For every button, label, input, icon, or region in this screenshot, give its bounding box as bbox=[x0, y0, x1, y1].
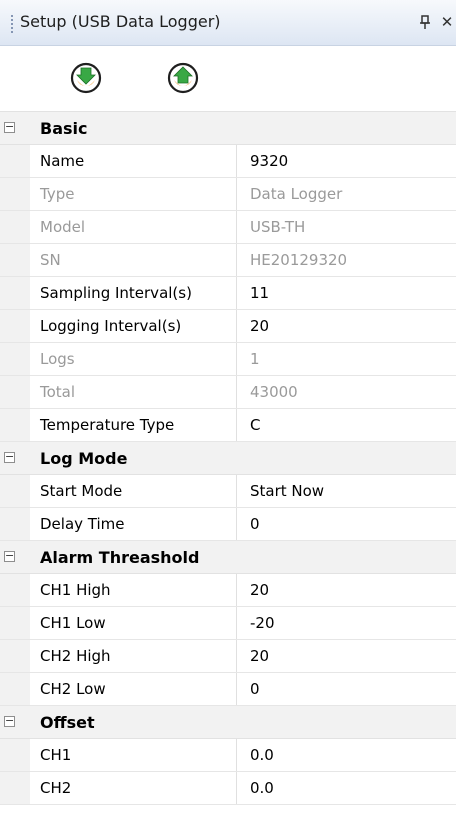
property-value[interactable]: 11 bbox=[238, 277, 456, 309]
property-row[interactable]: Logs 1 bbox=[0, 343, 456, 376]
row-gutter bbox=[0, 310, 30, 342]
write-settings-button[interactable] bbox=[167, 62, 199, 94]
property-value[interactable]: 0 bbox=[238, 508, 456, 540]
collapse-toggle-icon[interactable]: − bbox=[4, 715, 15, 727]
property-name: CH1 High bbox=[30, 574, 237, 606]
row-gutter bbox=[0, 739, 30, 771]
toolbar bbox=[0, 46, 456, 112]
row-gutter bbox=[0, 475, 30, 507]
property-value[interactable]: 20 bbox=[238, 310, 456, 342]
row-gutter bbox=[0, 772, 30, 804]
pin-icon[interactable] bbox=[418, 12, 432, 32]
property-row[interactable]: CH1 High 20 bbox=[0, 574, 456, 607]
property-name: Temperature Type bbox=[30, 409, 237, 441]
row-gutter bbox=[0, 178, 30, 210]
property-row[interactable]: CH2 Low 0 bbox=[0, 673, 456, 706]
property-row[interactable]: Name 9320 bbox=[0, 145, 456, 178]
property-name: Logging Interval(s) bbox=[30, 310, 237, 342]
property-value[interactable]: 0 bbox=[238, 673, 456, 705]
panel-title: Setup (USB Data Logger) bbox=[20, 12, 221, 31]
collapse-toggle-icon[interactable]: − bbox=[4, 451, 15, 463]
property-value[interactable]: 0.0 bbox=[238, 739, 456, 771]
property-row[interactable]: Type Data Logger bbox=[0, 178, 456, 211]
category-label: Basic bbox=[40, 119, 88, 138]
property-value[interactable]: 9320 bbox=[238, 145, 456, 177]
property-name: Total bbox=[30, 376, 237, 408]
category-header[interactable]: − Alarm Threashold bbox=[0, 541, 456, 574]
collapse-toggle-icon[interactable]: − bbox=[4, 550, 15, 562]
property-row[interactable]: Start Mode Start Now bbox=[0, 475, 456, 508]
row-gutter bbox=[0, 244, 30, 276]
property-name: SN bbox=[30, 244, 237, 276]
row-gutter bbox=[0, 673, 30, 705]
property-value: 43000 bbox=[250, 383, 298, 401]
property-row[interactable]: CH2 High 20 bbox=[0, 640, 456, 673]
category-header[interactable]: − Basic bbox=[0, 112, 456, 145]
close-icon[interactable]: ✕ bbox=[440, 12, 454, 32]
row-gutter bbox=[0, 607, 30, 639]
category-label: Offset bbox=[40, 713, 95, 732]
property-row[interactable]: Delay Time 0 bbox=[0, 508, 456, 541]
property-row[interactable]: Total 43000 bbox=[0, 376, 456, 409]
property-grid: − Basic Name 9320 Type Data Logger Model USB-TH… bbox=[0, 112, 456, 805]
read-settings-button[interactable] bbox=[70, 62, 102, 94]
category-label: Log Mode bbox=[40, 449, 128, 468]
row-gutter bbox=[0, 574, 30, 606]
property-row[interactable]: CH2 0.0 bbox=[0, 772, 456, 805]
row-gutter bbox=[0, 211, 30, 243]
property-value[interactable]: -20 bbox=[238, 607, 456, 639]
property-name: Type bbox=[30, 178, 237, 210]
property-value: Data Logger bbox=[250, 185, 343, 203]
row-gutter bbox=[0, 640, 30, 672]
property-value[interactable]: 20 bbox=[238, 574, 456, 606]
property-name: Name bbox=[30, 145, 237, 177]
property-value[interactable]: C bbox=[238, 409, 456, 441]
property-value: 1 bbox=[250, 350, 260, 368]
row-gutter bbox=[0, 145, 30, 177]
download-arrow-icon bbox=[70, 62, 102, 94]
property-value: HE20129320 bbox=[250, 251, 348, 269]
property-name: Sampling Interval(s) bbox=[30, 277, 237, 309]
property-name: Start Mode bbox=[30, 475, 237, 507]
upload-arrow-icon bbox=[167, 62, 199, 94]
category-header[interactable]: − Log Mode bbox=[0, 442, 456, 475]
row-gutter bbox=[0, 409, 30, 441]
property-row[interactable]: Logging Interval(s) 20 bbox=[0, 310, 456, 343]
property-value[interactable]: 0.0 bbox=[238, 772, 456, 804]
property-name: Model bbox=[30, 211, 237, 243]
property-name: CH1 bbox=[30, 739, 237, 771]
property-value: USB-TH bbox=[250, 218, 306, 236]
property-row[interactable]: CH1 Low -20 bbox=[0, 607, 456, 640]
row-gutter bbox=[0, 277, 30, 309]
category-header[interactable]: − Offset bbox=[0, 706, 456, 739]
row-gutter bbox=[0, 508, 30, 540]
property-name: Delay Time bbox=[30, 508, 237, 540]
property-name: Logs bbox=[30, 343, 237, 375]
collapse-toggle-icon[interactable]: − bbox=[4, 121, 15, 133]
property-row[interactable]: Sampling Interval(s) 11 bbox=[0, 277, 456, 310]
property-name: CH2 bbox=[30, 772, 237, 804]
panel-title-bar[interactable]: Setup (USB Data Logger) ✕ bbox=[0, 0, 456, 46]
property-row[interactable]: SN HE20129320 bbox=[0, 244, 456, 277]
property-row[interactable]: Model USB-TH bbox=[0, 211, 456, 244]
drag-grip-icon[interactable] bbox=[10, 14, 14, 34]
category-label: Alarm Threashold bbox=[40, 548, 200, 567]
property-name: CH2 Low bbox=[30, 673, 237, 705]
property-name: CH2 High bbox=[30, 640, 237, 672]
property-value[interactable]: Start Now bbox=[238, 475, 456, 507]
row-gutter bbox=[0, 343, 30, 375]
row-gutter bbox=[0, 376, 30, 408]
property-row[interactable]: Temperature Type C bbox=[0, 409, 456, 442]
property-row[interactable]: CH1 0.0 bbox=[0, 739, 456, 772]
property-name: CH1 Low bbox=[30, 607, 237, 639]
property-value[interactable]: 20 bbox=[238, 640, 456, 672]
